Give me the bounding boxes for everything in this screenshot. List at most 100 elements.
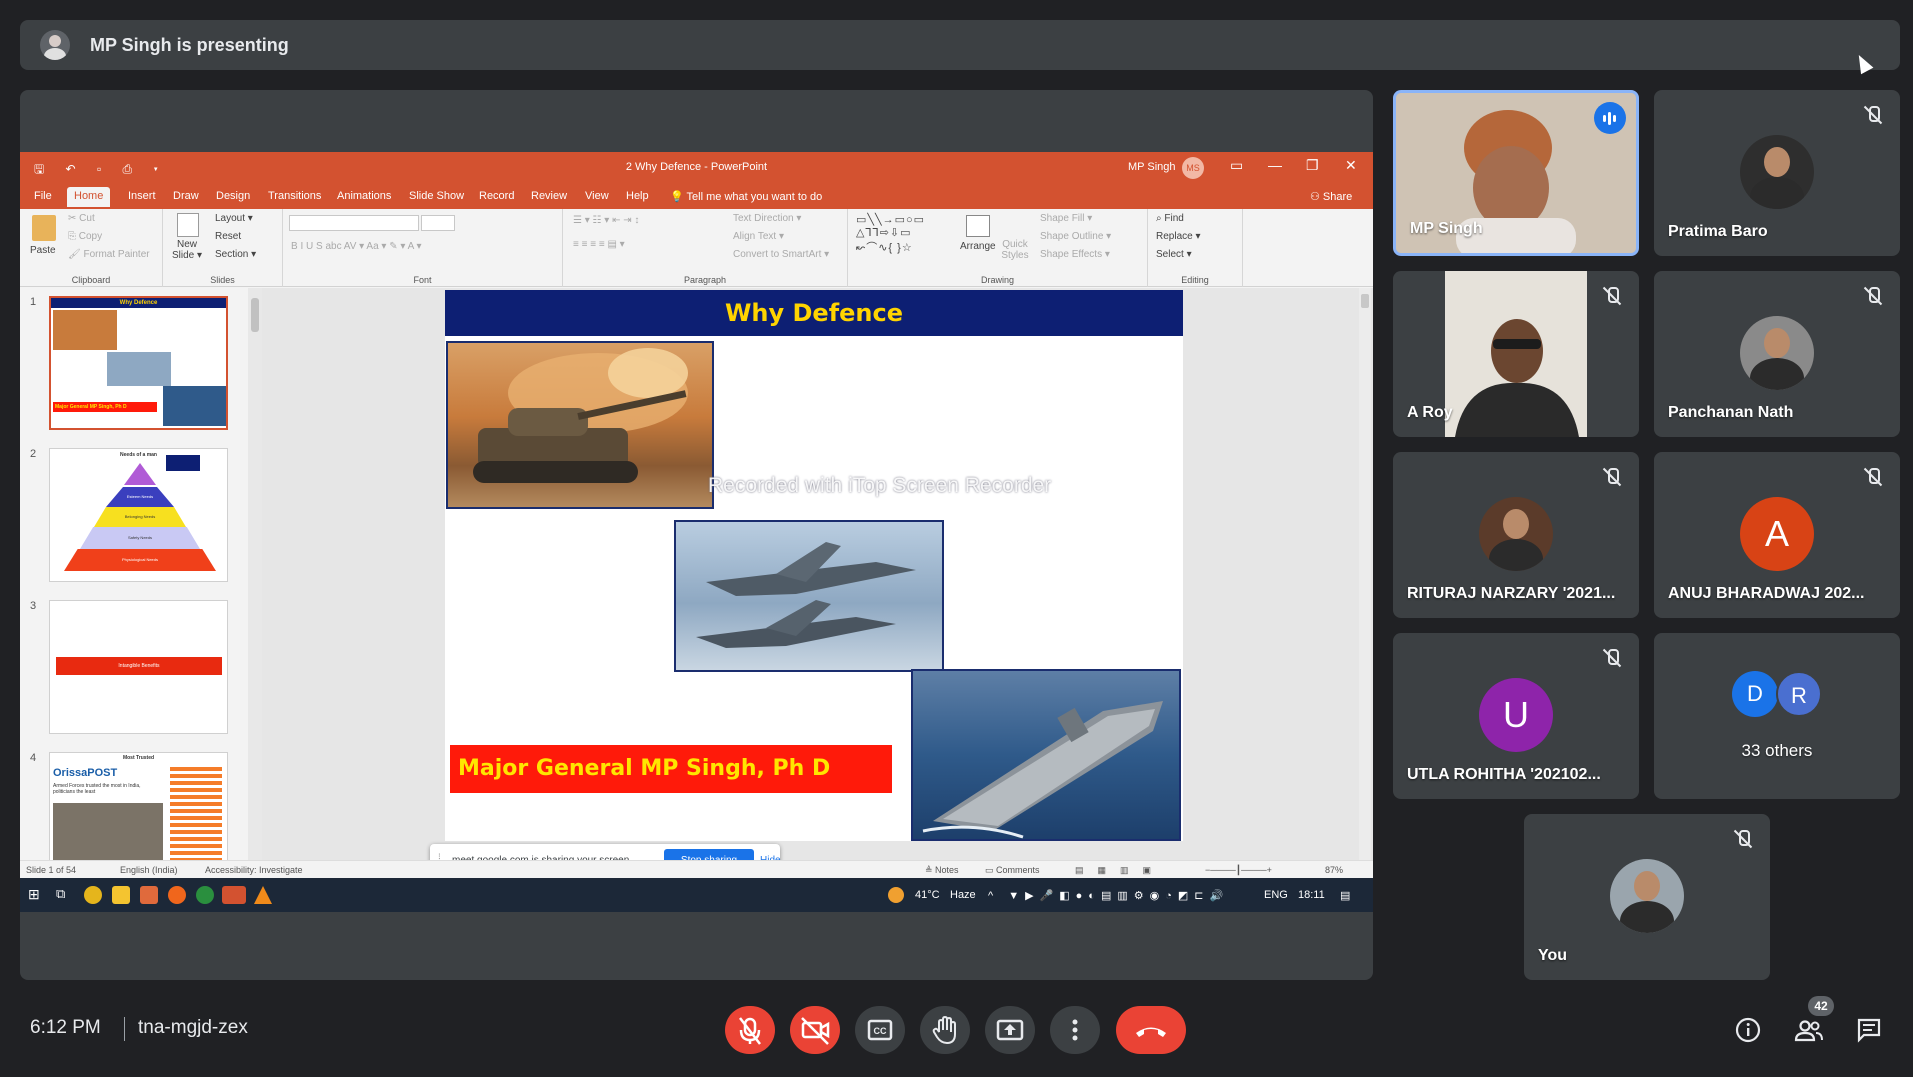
people-button[interactable] (1794, 1016, 1824, 1050)
accessibility-status[interactable]: Accessibility: Investigate (205, 865, 303, 875)
align-text-button[interactable]: Align Text ▾ (733, 231, 784, 242)
chat-button[interactable] (1855, 1016, 1883, 1050)
tab-home[interactable]: Home (67, 187, 111, 207)
participant-tile-rituraj-narzary[interactable]: RITURAJ NARZARY '2021... (1393, 452, 1639, 618)
quick-styles-button[interactable]: Quick Styles (1000, 239, 1030, 261)
slide-vertical-scrollbar[interactable] (1359, 288, 1371, 860)
zoom-level[interactable]: 87% (1325, 865, 1343, 875)
participant-tile-anuj-bharadwaj[interactable]: A ANUJ BHARADWAJ 202... (1654, 452, 1900, 618)
tab-transitions[interactable]: Transitions (268, 190, 321, 202)
shape-outline-button[interactable]: Shape Outline ▾ (1040, 231, 1111, 242)
system-tray-icons[interactable]: ^ ▼▶🎤◧●◐▤▥⚙◉◔◩⊏🔊 (988, 889, 1229, 902)
captions-button[interactable]: CC (855, 1006, 905, 1054)
current-slide[interactable]: Why Defence Major General MP Singh, Ph D… (445, 290, 1183, 841)
taskbar-clock[interactable]: 18:11 (1298, 889, 1325, 901)
ribbon-display-icon[interactable]: ▭ (1230, 157, 1243, 174)
file-explorer-icon[interactable] (112, 886, 130, 904)
select-button[interactable]: Select ▾ (1156, 249, 1192, 260)
font-size-field[interactable] (421, 215, 455, 231)
weather-icon[interactable] (888, 887, 904, 903)
end-call-button[interactable] (1116, 1006, 1186, 1054)
view-buttons-icon[interactable]: ▤▦▥▣ (1075, 865, 1165, 876)
opera-icon[interactable] (168, 886, 186, 904)
tab-animations[interactable]: Animations (337, 190, 391, 202)
copy-button[interactable]: ⎘ Copy (68, 231, 102, 242)
tab-design[interactable]: Design (216, 190, 250, 202)
format-painter-button[interactable]: 🖌 Format Painter (68, 249, 150, 260)
meeting-info-button[interactable] (1734, 1016, 1762, 1050)
shape-effects-button[interactable]: Shape Effects ▾ (1040, 249, 1110, 260)
slide-thumbnail-4[interactable]: Most Trusted OrissaPOST Armed Forces tru… (49, 752, 228, 860)
participant-tile-utla-rohitha[interactable]: U UTLA ROHITHA '202102... (1393, 633, 1639, 799)
slide-thumbnail-2[interactable]: Needs of a man Esteem Needs Belonging Ne… (49, 448, 228, 582)
replace-button[interactable]: Replace ▾ (1156, 231, 1201, 242)
participant-name: A Roy (1407, 404, 1453, 421)
microphone-button[interactable] (725, 1006, 775, 1054)
new-slide-icon[interactable] (177, 213, 199, 237)
notification-icon[interactable]: ▤ (1340, 889, 1350, 902)
participant-tile-mp-singh[interactable]: MP Singh (1393, 90, 1639, 256)
convert-smartart-button[interactable]: Convert to SmartArt ▾ (733, 249, 829, 260)
tab-draw[interactable]: Draw (173, 190, 199, 202)
whatsapp-icon[interactable] (196, 886, 214, 904)
align-buttons-icon[interactable]: ≡ ≡ ≡ ≡ ▤ ▾ (573, 239, 625, 250)
notes-button[interactable]: ≜ Notes (925, 865, 959, 876)
shape-fill-button[interactable]: Shape Fill ▾ (1040, 213, 1092, 224)
tab-review[interactable]: Review (531, 190, 567, 202)
windows-start-icon[interactable]: ⊞ (28, 886, 46, 904)
tab-help[interactable]: Help (626, 190, 649, 202)
participant-tile-others[interactable]: D R 33 others (1654, 633, 1900, 799)
task-view-icon[interactable]: ⧉ (56, 886, 74, 904)
list-buttons-icon[interactable]: ☰ ▾ ☷ ▾ ⇤ ⇥ ↕ (573, 215, 639, 226)
tab-record[interactable]: Record (479, 190, 514, 202)
tell-me-search[interactable]: 💡 Tell me what you want to do (670, 190, 822, 203)
font-format-buttons[interactable]: B I U S abc AV ▾ Aa ▾ ✎ ▾ A ▾ (291, 241, 422, 252)
ppt-user-name[interactable]: MP Singh (1128, 161, 1176, 173)
more-options-button[interactable] (1050, 1006, 1100, 1054)
powerpoint-taskbar-icon[interactable] (222, 886, 246, 904)
paste-button[interactable]: Paste (30, 245, 56, 256)
tab-file[interactable]: File (34, 190, 52, 202)
ppt-share-button[interactable]: ⚇ Share (1310, 190, 1352, 203)
thumbnails-scrollbar[interactable] (248, 288, 262, 860)
paste-icon[interactable] (32, 215, 56, 241)
thumbnail-banner: Intangible Benefits (56, 657, 222, 675)
language-status[interactable]: English (India) (120, 865, 178, 875)
shapes-gallery-icon[interactable]: ▭╲╲→▭○▭ △⅂⅂⇨⇩▭ ↜⌒∿{ }☆ (856, 213, 925, 255)
weather-desc[interactable]: Haze (950, 889, 976, 901)
cut-button[interactable]: ✂ Cut (68, 213, 95, 224)
layout-button[interactable]: Layout ▾ (215, 213, 253, 224)
participant-tile-pratima-baro[interactable]: Pratima Baro (1654, 90, 1900, 256)
restore-icon[interactable]: ❐ (1306, 157, 1319, 174)
section-button[interactable]: Section ▾ (215, 249, 256, 260)
zoom-slider[interactable]: −────┃────+ (1205, 865, 1272, 876)
tab-insert[interactable]: Insert (128, 190, 156, 202)
minimize-icon[interactable]: — (1268, 157, 1282, 173)
input-language[interactable]: ENG (1264, 889, 1288, 901)
reset-button[interactable]: Reset (215, 231, 241, 242)
font-name-field[interactable] (289, 215, 419, 231)
find-button[interactable]: ⌕ Find (1156, 213, 1184, 224)
tab-view[interactable]: View (585, 190, 609, 202)
raise-hand-button[interactable] (920, 1006, 970, 1054)
meeting-code[interactable]: tna-mgjd-zex (138, 1017, 248, 1039)
chrome-icon[interactable] (84, 886, 102, 904)
text-direction-button[interactable]: Text Direction ▾ (733, 213, 801, 224)
participant-tile-a-roy[interactable]: A Roy (1393, 271, 1639, 437)
present-button[interactable] (985, 1006, 1035, 1054)
ppt-user-avatar[interactable]: MS (1182, 157, 1204, 179)
arrange-button[interactable]: Arrange (960, 241, 996, 252)
participant-tile-panchanan-nath[interactable]: Panchanan Nath (1654, 271, 1900, 437)
comments-button[interactable]: ▭ Comments (985, 865, 1040, 876)
camera-button[interactable] (790, 1006, 840, 1054)
weather-temp[interactable]: 41°C (915, 889, 940, 901)
arrange-icon[interactable] (966, 215, 990, 237)
vlc-icon[interactable] (254, 886, 272, 904)
close-icon[interactable]: ✕ (1345, 157, 1357, 174)
slide-thumbnail-3[interactable]: Intangible Benefits (49, 600, 228, 734)
app-icon[interactable] (140, 886, 158, 904)
participant-tile-you[interactable]: You (1524, 814, 1770, 980)
slide-thumbnail-1[interactable]: Why Defence Major General MP Singh, Ph D (49, 296, 228, 430)
tab-slide-show[interactable]: Slide Show (409, 190, 464, 202)
new-slide-button[interactable]: New Slide ▾ (169, 239, 205, 261)
